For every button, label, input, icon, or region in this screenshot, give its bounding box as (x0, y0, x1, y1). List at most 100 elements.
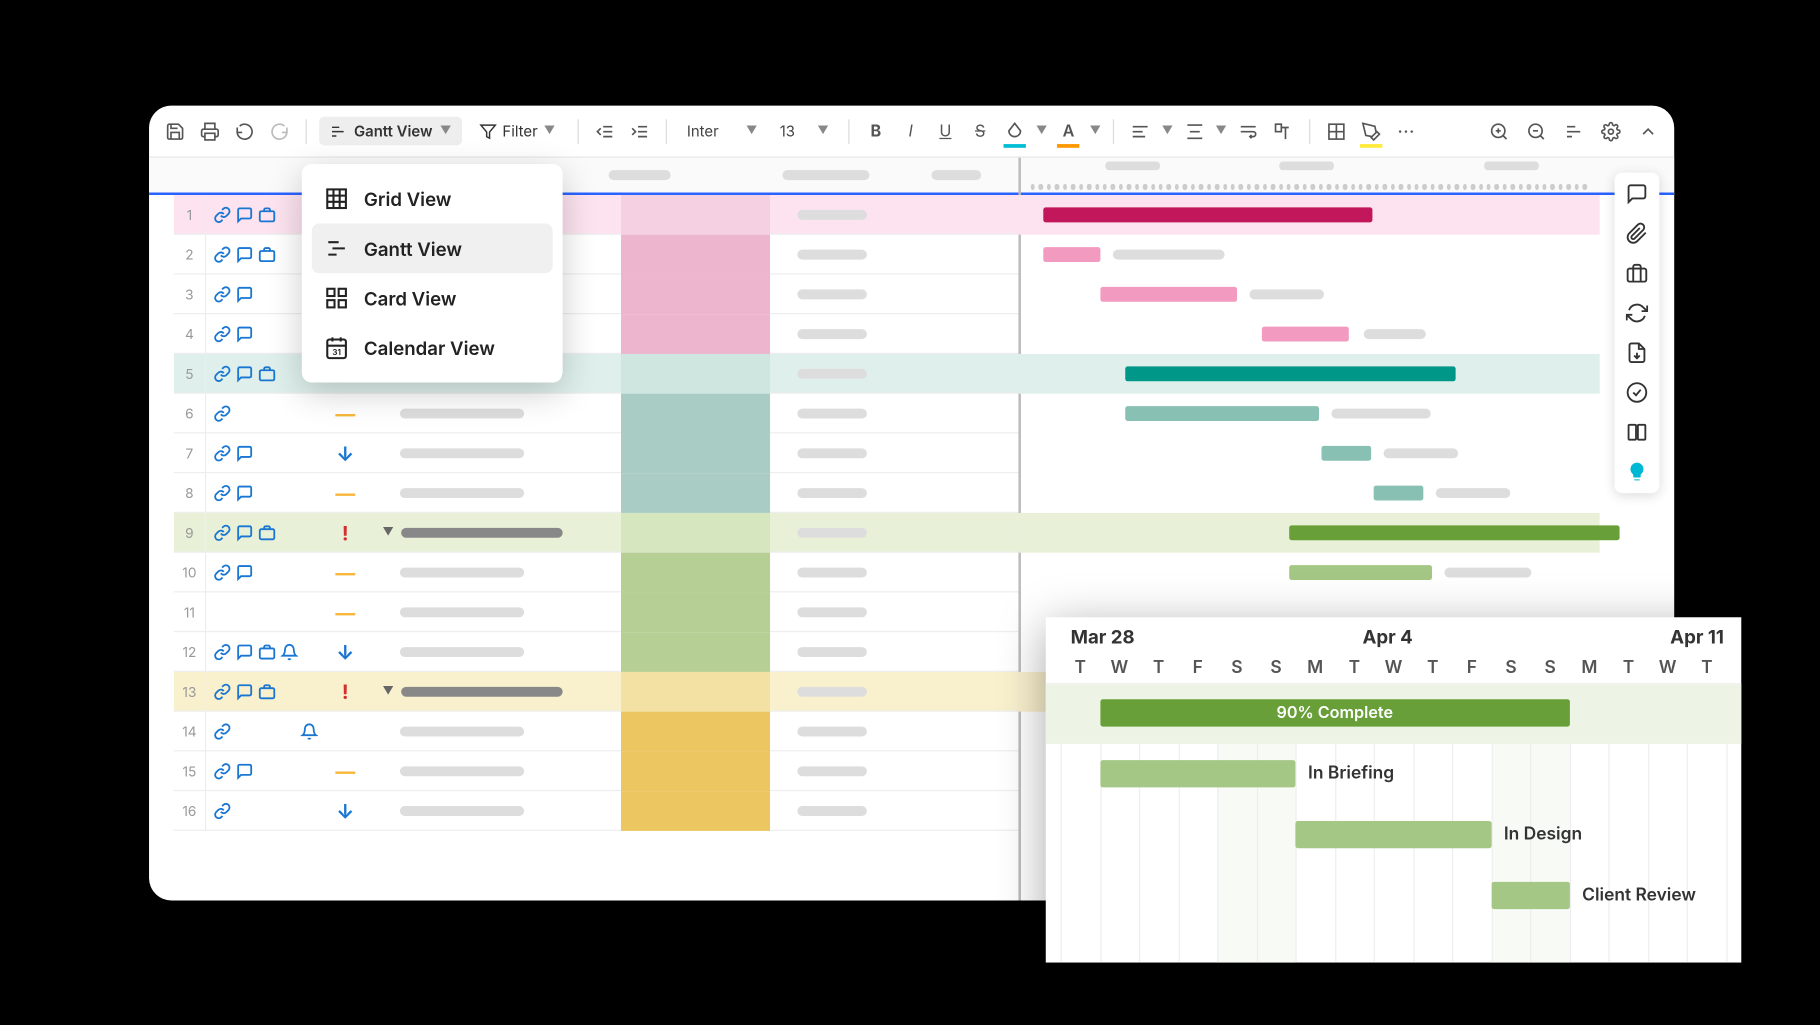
task-row[interactable]: 15— (174, 751, 1019, 791)
timeline-settings-icon[interactable] (1560, 117, 1587, 144)
task-name-cell[interactable] (373, 487, 621, 497)
underline-icon[interactable]: U (932, 117, 959, 144)
tips-panel-icon[interactable] (1626, 461, 1648, 483)
task-name-cell[interactable] (373, 726, 621, 736)
date-cell[interactable] (770, 249, 894, 259)
date-cell[interactable] (770, 607, 894, 617)
status-cell[interactable]: — (318, 599, 373, 624)
format-icon[interactable] (1269, 117, 1296, 144)
assignee-cell[interactable] (621, 791, 770, 831)
task-row[interactable]: 6— (174, 394, 1019, 434)
sync-panel-icon[interactable] (1626, 302, 1648, 324)
assignee-cell[interactable] (621, 194, 770, 234)
assignee-cell[interactable] (621, 751, 770, 791)
fill-color-caret[interactable]: ▼ (1036, 124, 1047, 138)
task-row[interactable]: 1▼ (174, 195, 1019, 235)
dropdown-card-view[interactable]: Card View (312, 273, 553, 323)
task-row[interactable]: 11— (174, 592, 1019, 632)
status-cell[interactable]: — (318, 758, 373, 783)
text-color-caret[interactable]: ▼ (1090, 124, 1101, 138)
dropdown-gantt-view[interactable]: Gantt View (312, 224, 553, 274)
date-cell[interactable] (770, 408, 894, 418)
task-row[interactable]: 7↓ (174, 433, 1019, 473)
zoom-gantt-bar[interactable] (1491, 882, 1569, 909)
settings-icon[interactable] (1597, 117, 1624, 144)
valign-icon[interactable] (1181, 117, 1208, 144)
fill-color-icon[interactable] (1001, 117, 1028, 144)
comments-panel-icon[interactable] (1626, 183, 1648, 205)
briefcase-panel-icon[interactable] (1626, 262, 1648, 284)
status-cell[interactable]: — (318, 480, 373, 505)
date-cell[interactable] (770, 289, 894, 299)
assignee-cell[interactable] (621, 314, 770, 354)
task-row[interactable]: 4— (174, 314, 1019, 354)
zoom-gantt-bar[interactable] (1100, 760, 1296, 787)
activity-panel-icon[interactable] (1626, 381, 1648, 403)
status-cell[interactable]: — (318, 401, 373, 426)
assignee-cell[interactable] (621, 512, 770, 552)
task-name-cell[interactable] (373, 607, 621, 617)
indent-icon[interactable] (626, 117, 653, 144)
export-panel-icon[interactable] (1626, 342, 1648, 364)
redo-icon[interactable] (266, 117, 293, 144)
collapse-icon[interactable] (1634, 117, 1661, 144)
assignee-cell[interactable] (621, 671, 770, 711)
status-cell[interactable]: — (318, 560, 373, 585)
wrap-icon[interactable] (1234, 117, 1261, 144)
task-name-cell[interactable]: ▼ (373, 684, 621, 698)
task-name-cell[interactable] (373, 805, 621, 815)
text-color-icon[interactable]: A (1055, 117, 1082, 144)
status-cell[interactable]: ! (318, 520, 373, 545)
task-row[interactable]: 5▼ (174, 354, 1019, 394)
task-row[interactable]: 13!▼ (174, 672, 1019, 712)
zoom-in-icon[interactable] (1485, 117, 1512, 144)
task-row[interactable]: 9!▼ (174, 513, 1019, 553)
gantt-bar[interactable] (1289, 565, 1432, 580)
border-icon[interactable] (1322, 117, 1349, 144)
date-cell[interactable] (770, 329, 894, 339)
task-row[interactable]: 2— (174, 235, 1019, 275)
status-cell[interactable]: ! (318, 679, 373, 704)
task-name-cell[interactable] (373, 448, 621, 458)
status-cell[interactable]: ↓ (318, 639, 373, 664)
view-selector-button[interactable]: Gantt View ▼ (319, 117, 461, 146)
zoom-gantt-bar[interactable] (1296, 821, 1492, 848)
assignee-cell[interactable] (621, 433, 770, 473)
date-cell[interactable] (770, 487, 894, 497)
highlight-icon[interactable] (1357, 117, 1384, 144)
gantt-bar[interactable] (1289, 525, 1619, 540)
task-name-cell[interactable] (373, 567, 621, 577)
task-row[interactable]: 14 (174, 712, 1019, 752)
gantt-bar[interactable] (1374, 486, 1424, 501)
task-row[interactable]: 3— (174, 274, 1019, 314)
strikethrough-icon[interactable]: S (967, 117, 994, 144)
date-cell[interactable] (770, 686, 894, 696)
task-name-cell[interactable] (373, 646, 621, 656)
date-cell[interactable] (770, 209, 894, 219)
task-row[interactable]: 8— (174, 473, 1019, 513)
gantt-bar[interactable] (1043, 247, 1100, 262)
save-icon[interactable] (161, 117, 188, 144)
font-family-select[interactable]: Inter▼ (679, 119, 764, 143)
gantt-bar[interactable] (1262, 327, 1349, 342)
date-cell[interactable] (770, 368, 894, 378)
dropdown-calendar-view[interactable]: 31 Calendar View (312, 323, 553, 373)
assignee-cell[interactable] (621, 632, 770, 672)
assignee-cell[interactable] (621, 393, 770, 433)
date-cell[interactable] (770, 646, 894, 656)
task-row[interactable]: 10— (174, 553, 1019, 593)
attachments-panel-icon[interactable] (1626, 222, 1648, 244)
gantt-bar[interactable] (1125, 366, 1455, 381)
assignee-cell[interactable] (621, 353, 770, 393)
date-cell[interactable] (770, 766, 894, 776)
date-cell[interactable] (770, 567, 894, 577)
assignee-cell[interactable] (621, 552, 770, 592)
date-cell[interactable] (770, 726, 894, 736)
assignee-cell[interactable] (621, 473, 770, 513)
more-icon[interactable] (1392, 117, 1419, 144)
undo-icon[interactable] (231, 117, 258, 144)
task-name-cell[interactable]: ▼ (373, 525, 621, 539)
zoom-gantt-bar[interactable]: 90% Complete (1100, 699, 1570, 726)
date-cell[interactable] (770, 805, 894, 815)
zoom-out-icon[interactable] (1523, 117, 1550, 144)
